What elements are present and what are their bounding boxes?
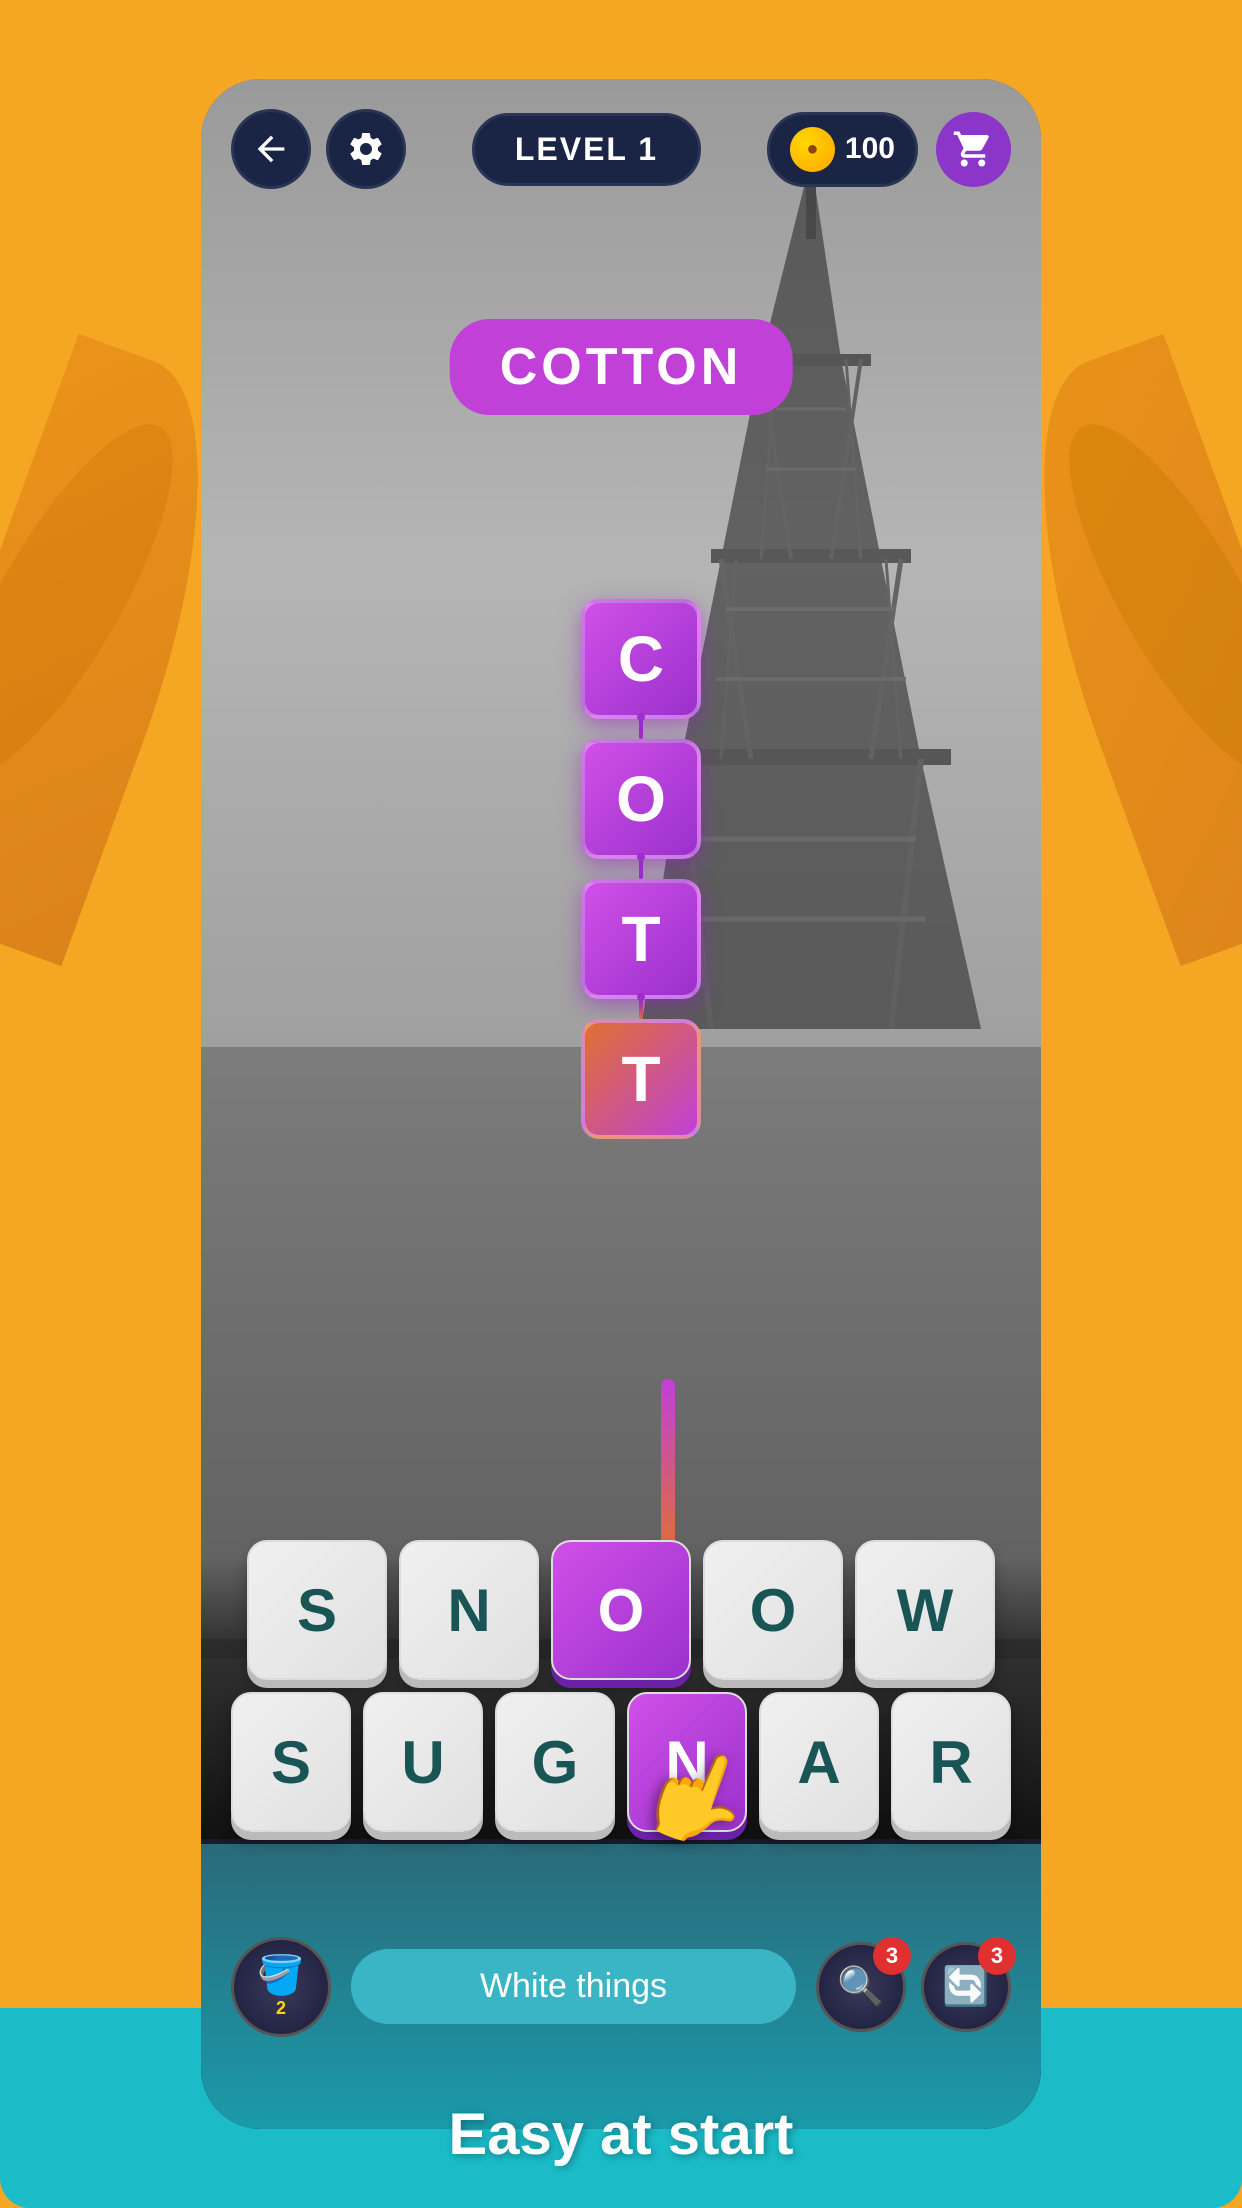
cart-button[interactable] [936, 112, 1011, 187]
word-row-1: S N O O W [231, 1540, 1011, 1680]
top-bar: LEVEL 1 ● 100 [201, 79, 1041, 199]
game-container: LEVEL 1 ● 100 COTTON C O T T S [201, 79, 1041, 2129]
falling-tile-t2: T [581, 1019, 701, 1139]
search-badge: 3 [873, 1937, 911, 1975]
bucket-count: 2 [276, 1998, 286, 2019]
hint-text: White things [351, 1949, 796, 2024]
word-tile-a[interactable]: A [759, 1692, 879, 1832]
falling-tile-t1: T [581, 879, 701, 999]
shuffle-icon: 🔄 [942, 1965, 989, 2009]
falling-tile-o: O [581, 739, 701, 859]
word-tile-r[interactable]: R [891, 1692, 1011, 1832]
bucket-button[interactable]: 🪣 2 [231, 1937, 331, 2037]
search-hint-button[interactable]: 🔍 3 [816, 1942, 906, 2032]
word-tile-g[interactable]: G [495, 1692, 615, 1832]
falling-connector [661, 1379, 675, 1559]
hud-right-buttons: 🔍 3 🔄 3 [816, 1942, 1011, 2032]
coin-display: ● 100 [767, 112, 918, 187]
word-row-2: S U G N A R [231, 1692, 1011, 1832]
coin-icon: ● [790, 127, 835, 172]
falling-letters: C O T T [581, 599, 701, 1139]
falling-tile-c: C [581, 599, 701, 719]
found-word-label: COTTON [450, 319, 793, 415]
search-icon: 🔍 [837, 1965, 884, 2009]
word-tile-s1[interactable]: S [247, 1540, 387, 1680]
shuffle-badge: 3 [978, 1937, 1016, 1975]
settings-button[interactable] [326, 109, 406, 189]
word-tile-u[interactable]: U [363, 1692, 483, 1832]
tagline-text: Easy at start [449, 2101, 794, 2168]
shuffle-button[interactable]: 🔄 3 [921, 1942, 1011, 2032]
level-badge: LEVEL 1 [472, 113, 701, 186]
coin-area: ● 100 [767, 112, 1011, 187]
word-tile-w[interactable]: W [855, 1540, 995, 1680]
word-tile-o1[interactable]: O [551, 1540, 691, 1680]
word-tile-o2[interactable]: O [703, 1540, 843, 1680]
word-tile-s2[interactable]: S [231, 1692, 351, 1832]
bucket-icon: 🪣 [257, 1954, 304, 1998]
back-button[interactable] [231, 109, 311, 189]
word-grid-area: S N O O W S U G N A R [201, 1540, 1041, 1844]
coin-count: 100 [845, 132, 895, 166]
bottom-hud: 🪣 2 White things 🔍 3 🔄 3 [201, 1844, 1041, 2129]
word-tile-n[interactable]: N [399, 1540, 539, 1680]
top-left-buttons [231, 109, 406, 189]
